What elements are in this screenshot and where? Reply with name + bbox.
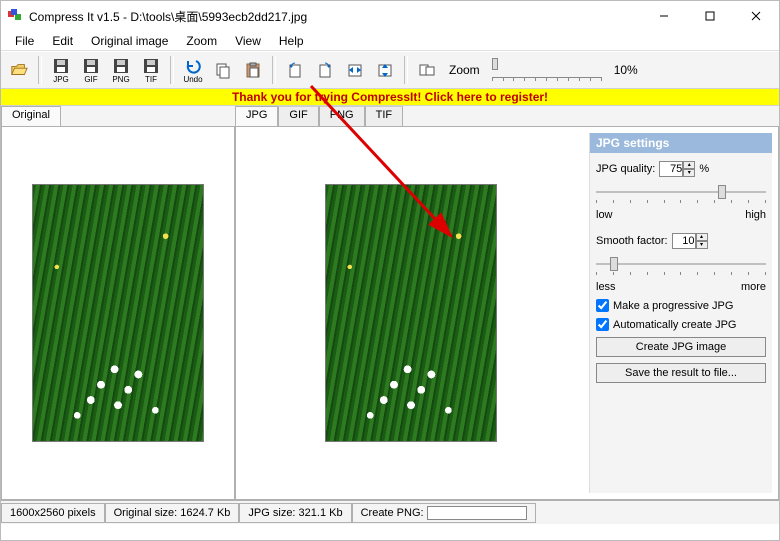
smooth-label: Smooth factor: bbox=[596, 235, 668, 247]
folder-open-icon bbox=[10, 61, 28, 79]
menu-zoom[interactable]: Zoom bbox=[178, 32, 225, 50]
menu-edit[interactable]: Edit bbox=[44, 32, 81, 50]
maximize-button[interactable] bbox=[687, 1, 733, 31]
result-image bbox=[325, 184, 497, 442]
zoom-slider-thumb[interactable] bbox=[492, 58, 498, 70]
quality-slider-thumb[interactable] bbox=[718, 185, 726, 199]
tab-png[interactable]: PNG bbox=[319, 106, 365, 126]
auto-create-checkbox[interactable]: Automatically create JPG bbox=[596, 318, 766, 331]
tab-gif[interactable]: GIF bbox=[278, 106, 318, 126]
rotate-right-icon bbox=[316, 61, 334, 79]
menu-file[interactable]: File bbox=[7, 32, 42, 50]
app-icon bbox=[7, 8, 23, 24]
status-progress bbox=[427, 506, 527, 520]
register-banner[interactable]: Thank you for trying CompressIt! Click h… bbox=[1, 89, 779, 106]
toolbar: JPG GIF PNG TIF Undo Zoom 10% bbox=[1, 51, 779, 89]
status-create-png: Create PNG: bbox=[352, 503, 536, 523]
title-bar: Compress It v1.5 - D:\tools\桌面\5993ecb2d… bbox=[1, 1, 779, 31]
zoom-label: Zoom bbox=[449, 63, 480, 77]
rotate-left-button[interactable] bbox=[281, 54, 309, 86]
toolbar-tif-label: TIF bbox=[145, 76, 157, 84]
content-area: Original JPG GIF PNG TIF JPG settings JP… bbox=[1, 106, 779, 500]
menu-bar: File Edit Original image Zoom View Help bbox=[1, 31, 779, 51]
minimize-button[interactable] bbox=[641, 1, 687, 31]
smooth-less: less bbox=[596, 281, 616, 293]
quality-spinner[interactable]: ▴▾ bbox=[659, 161, 695, 177]
open-button[interactable] bbox=[5, 54, 33, 86]
result-pane: JPG GIF PNG TIF JPG settings JPG quality… bbox=[235, 106, 779, 500]
status-original-size: Original size: 1624.7 Kb bbox=[105, 503, 240, 523]
status-create-png-label: Create PNG: bbox=[361, 507, 424, 519]
tab-jpg[interactable]: JPG bbox=[235, 106, 278, 126]
quality-down[interactable]: ▾ bbox=[683, 169, 695, 177]
progressive-checkbox[interactable]: Make a progressive JPG bbox=[596, 299, 766, 312]
quality-input[interactable] bbox=[659, 161, 683, 177]
save-jpg-button[interactable]: JPG bbox=[47, 54, 75, 86]
paste-button[interactable] bbox=[239, 54, 267, 86]
copy-icon bbox=[214, 61, 232, 79]
smooth-slider[interactable] bbox=[596, 257, 766, 275]
smooth-more: more bbox=[741, 281, 766, 293]
flip-v-icon bbox=[376, 61, 394, 79]
original-pane: Original bbox=[1, 106, 235, 500]
flip-h-icon bbox=[346, 61, 364, 79]
menu-view[interactable]: View bbox=[227, 32, 269, 50]
close-button[interactable] bbox=[733, 1, 779, 31]
resize-button[interactable] bbox=[413, 54, 441, 86]
paste-icon bbox=[244, 61, 262, 79]
zoom-value: 10% bbox=[614, 63, 638, 77]
save-png-button[interactable]: PNG bbox=[107, 54, 135, 86]
create-jpg-button[interactable]: Create JPG image bbox=[596, 337, 766, 357]
smooth-down[interactable]: ▾ bbox=[696, 241, 708, 249]
tab-tif[interactable]: TIF bbox=[365, 106, 404, 126]
quality-low: low bbox=[596, 209, 613, 221]
floppy-icon bbox=[82, 57, 100, 75]
quality-slider[interactable] bbox=[596, 185, 766, 203]
flip-vertical-button[interactable] bbox=[371, 54, 399, 86]
flip-horizontal-button[interactable] bbox=[341, 54, 369, 86]
smooth-slider-thumb[interactable] bbox=[610, 257, 618, 271]
jpg-settings-panel: JPG settings JPG quality: ▴▾ % bbox=[589, 133, 772, 493]
toolbar-undo-label: Undo bbox=[183, 76, 202, 84]
status-dimensions: 1600x2560 pixels bbox=[1, 503, 105, 523]
toolbar-gif-label: GIF bbox=[84, 76, 97, 84]
quality-high: high bbox=[745, 209, 766, 221]
original-image bbox=[32, 184, 204, 442]
quality-up[interactable]: ▴ bbox=[683, 161, 695, 169]
auto-create-checkbox-input[interactable] bbox=[596, 318, 609, 331]
menu-original-image[interactable]: Original image bbox=[83, 32, 176, 50]
rotate-left-icon bbox=[286, 61, 304, 79]
save-tif-button[interactable]: TIF bbox=[137, 54, 165, 86]
smooth-up[interactable]: ▴ bbox=[696, 233, 708, 241]
resize-icon bbox=[418, 61, 436, 79]
quality-label: JPG quality: bbox=[596, 163, 655, 175]
toolbar-png-label: PNG bbox=[112, 76, 129, 84]
floppy-icon bbox=[52, 57, 70, 75]
rotate-right-button[interactable] bbox=[311, 54, 339, 86]
zoom-slider[interactable] bbox=[492, 62, 602, 78]
jpg-preview bbox=[236, 127, 585, 499]
save-result-button[interactable]: Save the result to file... bbox=[596, 363, 766, 383]
copy-button[interactable] bbox=[209, 54, 237, 86]
progressive-label: Make a progressive JPG bbox=[613, 300, 733, 312]
floppy-icon bbox=[142, 57, 160, 75]
progressive-checkbox-input[interactable] bbox=[596, 299, 609, 312]
tab-original[interactable]: Original bbox=[1, 106, 61, 126]
status-jpg-size: JPG size: 321.1 Kb bbox=[239, 503, 351, 523]
floppy-icon bbox=[112, 57, 130, 75]
save-gif-button[interactable]: GIF bbox=[77, 54, 105, 86]
settings-header: JPG settings bbox=[590, 133, 772, 153]
smooth-input[interactable] bbox=[672, 233, 696, 249]
toolbar-jpg-label: JPG bbox=[53, 76, 69, 84]
window-title: Compress It v1.5 - D:\tools\桌面\5993ecb2d… bbox=[29, 8, 307, 25]
smooth-spinner[interactable]: ▴▾ bbox=[672, 233, 708, 249]
menu-help[interactable]: Help bbox=[271, 32, 312, 50]
undo-button[interactable]: Undo bbox=[179, 54, 207, 86]
status-bar: 1600x2560 pixels Original size: 1624.7 K… bbox=[1, 500, 779, 524]
undo-icon bbox=[184, 57, 202, 75]
original-view bbox=[1, 126, 235, 500]
auto-create-label: Automatically create JPG bbox=[613, 319, 737, 331]
quality-unit: % bbox=[699, 163, 709, 175]
